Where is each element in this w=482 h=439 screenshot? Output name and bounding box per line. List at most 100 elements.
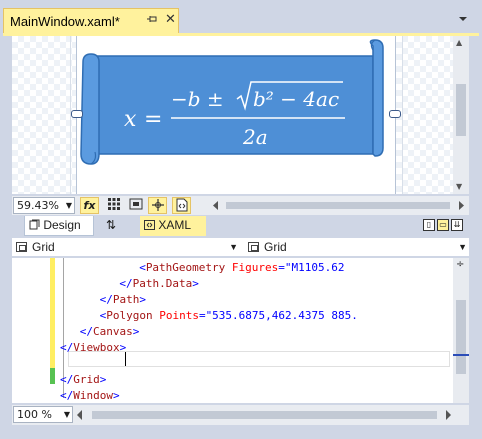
- split-handle-icon[interactable]: ÷: [456, 259, 464, 270]
- code-bracket: </: [79, 325, 94, 338]
- code-tag-name: Path: [112, 293, 140, 306]
- resize-handle-left[interactable]: [71, 110, 83, 118]
- code-line[interactable]: <Polygon Points="535.6875,462.4375 885.: [100, 308, 358, 324]
- code-tag-name: Canvas: [93, 325, 133, 338]
- scroll-down-icon[interactable]: ▼: [456, 182, 462, 191]
- editor-window: MainWindow.xaml* ✕ x = −b ± b² − 4ac 2a …: [0, 0, 482, 439]
- code-attribute-name: Points: [152, 309, 199, 322]
- resize-handle-right[interactable]: [389, 110, 401, 118]
- code-equals: =: [198, 309, 206, 322]
- pin-icon[interactable]: [146, 14, 158, 27]
- code-bracket: </: [119, 277, 133, 290]
- code-bracket: >: [139, 293, 146, 306]
- collapse-pane-icon[interactable]: ⇊: [451, 219, 463, 231]
- tab-xaml[interactable]: XAML: [140, 216, 206, 236]
- code-bracket: </: [60, 341, 74, 354]
- code-line[interactable]: </Grid>: [60, 372, 106, 388]
- scroll-right-icon[interactable]: [457, 200, 465, 211]
- chevron-down-icon: ▼: [63, 410, 70, 419]
- xaml-navigation-bar: Grid ▼ Grid ▼: [12, 237, 469, 257]
- designer-horizontal-scrollbar[interactable]: [212, 200, 467, 211]
- caret-position-marker: [453, 354, 469, 356]
- design-surface[interactable]: x = −b ± b² − 4ac 2a ▲ ▼: [12, 36, 469, 194]
- code-bracket: <: [139, 261, 146, 274]
- editor-bottom-bar: 100 % ▼: [12, 405, 469, 425]
- code-line[interactable]: </Path.Data>: [119, 276, 198, 292]
- horizontal-split-icon[interactable]: ▭: [437, 219, 449, 231]
- tab-list-dropdown-icon[interactable]: [455, 12, 471, 26]
- close-tab-icon[interactable]: ✕: [165, 12, 176, 27]
- code-tag-name: Path.Data: [132, 277, 193, 290]
- editor-zoom-select[interactable]: 100 % ▼: [13, 406, 73, 423]
- member-select[interactable]: Grid ▼: [244, 239, 469, 256]
- designer-zoom-value: 59.43%: [17, 199, 59, 212]
- scroll-right-icon[interactable]: [444, 409, 452, 421]
- code-bracket: >: [192, 277, 199, 290]
- vertical-split-icon[interactable]: ▯: [423, 219, 435, 231]
- code-line[interactable]: </Viewbox>: [60, 340, 126, 356]
- code-attribute-name: Figures: [225, 261, 279, 274]
- scroll-left-icon[interactable]: [76, 409, 84, 421]
- code-attribute-value: "M1105.62: [284, 261, 345, 274]
- member-select-value: Grid: [264, 240, 287, 254]
- code-tag-name: Grid: [73, 373, 100, 386]
- code-bracket: </: [60, 373, 74, 386]
- element-scope-value: Grid: [32, 240, 55, 254]
- scroll-banner[interactable]: x = −b ± b² − 4ac 2a: [77, 36, 397, 194]
- document-tab[interactable]: MainWindow.xaml* ✕: [3, 8, 179, 34]
- code-tag-name: Polygon: [106, 309, 153, 322]
- editor-horizontal-scrollbar[interactable]: [76, 409, 453, 421]
- code-line[interactable]: </Path>: [100, 292, 146, 308]
- scroll-up-icon[interactable]: ▲: [456, 38, 462, 47]
- scrollbar-thumb[interactable]: [456, 84, 466, 136]
- scrollbar-thumb[interactable]: [92, 411, 437, 419]
- chevron-down-icon: ▼: [65, 201, 72, 210]
- document-tab-strip: MainWindow.xaml* ✕: [0, 0, 482, 36]
- grid-element-icon: [248, 242, 259, 252]
- code-attribute-value: "535.6875,462.4375 885.: [205, 309, 358, 322]
- project-code-icon[interactable]: [172, 197, 191, 214]
- formula-variable: x: [124, 107, 137, 132]
- margin-guide: [402, 36, 403, 194]
- change-indicator-saved: [50, 368, 55, 384]
- formula-equals: =: [144, 107, 162, 132]
- element-scope-select[interactable]: Grid ▼: [12, 239, 240, 256]
- design-icon: [29, 219, 40, 230]
- tab-design[interactable]: Design: [24, 216, 94, 236]
- code-bracket: >: [99, 373, 107, 386]
- snap-lines-icon[interactable]: [148, 197, 167, 214]
- code-bracket: </: [99, 293, 113, 306]
- effects-toggle-button[interactable]: fx: [80, 197, 99, 214]
- designer-toolbar: 59.43% ▼ fx: [12, 196, 469, 215]
- code-tag-name: PathGeometry: [145, 261, 226, 274]
- code-equals: =: [278, 261, 285, 274]
- change-indicator-unsaved: [50, 258, 55, 354]
- xaml-icon: [144, 220, 155, 230]
- window-artboard[interactable]: x = −b ± b² − 4ac 2a: [76, 36, 396, 194]
- code-bracket: >: [132, 325, 140, 338]
- code-line[interactable]: </Canvas>: [80, 324, 140, 340]
- canvas-background: [12, 36, 76, 194]
- code-bracket: >: [119, 341, 127, 354]
- code-line[interactable]: </Window>: [60, 388, 120, 403]
- chevron-down-icon: ▼: [458, 242, 467, 252]
- code-line[interactable]: <PathGeometry Figures="M1105.62: [139, 260, 344, 276]
- grid-toggle-icon[interactable]: [104, 197, 123, 214]
- grid-element-icon: [16, 242, 27, 252]
- designer-vertical-scrollbar[interactable]: ▲ ▼: [453, 36, 469, 194]
- code-bracket: >: [113, 389, 120, 402]
- formula-denominator: 2a: [242, 125, 268, 149]
- scroll-left-icon[interactable]: [212, 200, 220, 211]
- swap-panes-icon[interactable]: ⇅: [102, 216, 124, 236]
- tab-design-label: Design: [43, 218, 81, 232]
- formula-radicand: b² − 4ac: [253, 87, 339, 111]
- code-bracket: </: [60, 389, 74, 402]
- snap-gridlines-icon[interactable]: [126, 197, 145, 214]
- scrollbar-thumb[interactable]: [456, 300, 466, 374]
- editor-zoom-value: 100 %: [17, 408, 52, 421]
- designer-zoom-select[interactable]: 59.43% ▼: [13, 197, 75, 214]
- editor-vertical-scrollbar[interactable]: ÷: [453, 258, 469, 403]
- xaml-code-editor[interactable]: <PathGeometry Figures="M1105.62 </Path.Da…: [12, 258, 469, 403]
- code-tag-name: Window: [73, 389, 113, 402]
- scrollbar-thumb[interactable]: [226, 202, 450, 209]
